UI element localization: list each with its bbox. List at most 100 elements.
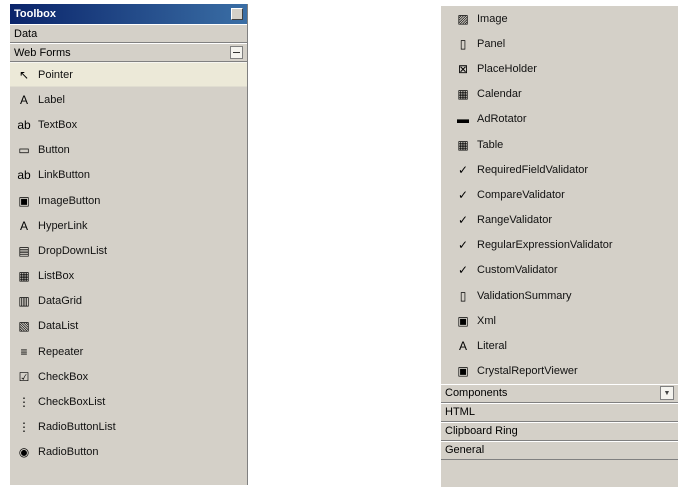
toolbox-item-image[interactable]: ▨ Image: [441, 6, 678, 31]
section-html-label: HTML: [445, 406, 475, 419]
adrotator-icon: ▬: [457, 112, 469, 127]
toolbox-item-pointer[interactable]: ↖ Pointer: [10, 62, 247, 88]
toolbox-item-label: Repeater: [38, 345, 84, 358]
section-html[interactable]: HTML: [441, 402, 678, 422]
toolbox-item-label: Image: [477, 12, 508, 25]
section-general-label: General: [445, 444, 485, 457]
section-data[interactable]: Data: [10, 24, 247, 43]
button-icon: ▭: [18, 143, 30, 158]
toolbox-item-label: Label: [38, 93, 65, 106]
toolbox-item-label[interactable]: A Label: [10, 87, 247, 112]
section-general[interactable]: General: [441, 440, 678, 460]
dropdownlist-icon: ▤: [18, 243, 30, 258]
toolbox-item-regularexpressionvalidator[interactable]: ✓ RegularExpressionValidator: [441, 233, 678, 258]
collapse-button[interactable]: [230, 46, 243, 59]
rangevalidator-icon: ✓: [457, 213, 469, 228]
toolbox-item-label: DropDownList: [38, 244, 108, 257]
toolbox-item-dropdownlist[interactable]: ▤ DropDownList: [10, 238, 247, 263]
toolbox-item-label: LinkButton: [38, 169, 90, 182]
toolbox-item-requiredfieldvalidator[interactable]: ✓ RequiredFieldValidator: [441, 157, 678, 182]
xml-icon: ▣: [457, 313, 469, 328]
toolbox-item-label: RangeValidator: [477, 214, 553, 227]
validationsummary-icon: ▯: [459, 288, 467, 303]
section-web-forms-label: Web Forms: [14, 46, 71, 59]
toolbox-item-label: TextBox: [38, 118, 78, 131]
comparevalidator-icon: ✓: [457, 187, 469, 202]
toolbox-item-label: Table: [477, 138, 504, 151]
toolbox-item-imagebutton[interactable]: ▣ ImageButton: [10, 188, 247, 213]
toolbox-item-label: ValidationSummary: [477, 289, 572, 302]
panel-icon: ▯: [459, 36, 467, 51]
toolbox-item-linkbutton[interactable]: ab LinkButton: [10, 163, 247, 188]
toolbox-item-button[interactable]: ▭ Button: [10, 138, 247, 163]
toolbox-item-rangevalidator[interactable]: ✓ RangeValidator: [441, 208, 678, 233]
toolbox-item-label: CheckBox: [38, 370, 89, 383]
toolbox-item-label: DataGrid: [38, 295, 83, 308]
table-icon: ▦: [457, 137, 469, 152]
radiobutton-icon: ◉: [18, 445, 30, 460]
toolbox-item-label: Panel: [477, 37, 506, 50]
toolbox-item-table[interactable]: ▦ Table: [441, 132, 678, 157]
checkboxlist-icon: ⋮: [18, 395, 30, 410]
section-data-label: Data: [14, 27, 38, 40]
toolbox-item-customvalidator[interactable]: ✓ CustomValidator: [441, 258, 678, 283]
toolbox-titlebar: Toolbox: [10, 4, 247, 24]
toolbox-panel: Toolbox Data Web Forms ↖ Pointer A Label ab T…: [10, 4, 248, 485]
toolbox-item-listbox[interactable]: ▦ ListBox: [10, 264, 247, 289]
toolbox-item-label: ImageButton: [38, 194, 101, 207]
toolbox-item-label: Calendar: [477, 88, 522, 101]
imagebutton-icon: ▣: [18, 193, 30, 208]
toolbox-title: Toolbox: [14, 8, 56, 20]
section-web-forms[interactable]: Web Forms: [10, 43, 247, 62]
toolbox-item-label: Literal: [477, 340, 507, 353]
pointer-icon: ↖: [18, 67, 30, 82]
toolbox-item-label: DataList: [38, 320, 79, 333]
toolbox-item-panel[interactable]: ▯ Panel: [441, 31, 678, 56]
toolbox-item-label: Pointer: [38, 68, 73, 81]
toolbox-item-textbox[interactable]: ab TextBox: [10, 112, 247, 137]
toolbox-item-label: AdRotator: [477, 113, 527, 126]
toolbox-item-validationsummary[interactable]: ▯ ValidationSummary: [441, 283, 678, 308]
toolbox-item-label: Button: [38, 144, 70, 157]
toolbox-item-label: PlaceHolder: [477, 62, 537, 75]
datagrid-icon: ▥: [18, 294, 30, 309]
linkbutton-icon: ab: [17, 168, 31, 183]
close-button[interactable]: [231, 8, 243, 20]
chevron-down-icon[interactable]: ▼: [660, 386, 674, 401]
crystalreportviewer-icon: ▣: [457, 364, 469, 379]
radiobuttonlist-icon: ⋮: [18, 420, 30, 435]
toolbox-item-radiobutton[interactable]: ◉ RadioButton: [10, 440, 247, 465]
label-icon: A: [19, 92, 28, 107]
section-components[interactable]: Components ▼: [441, 383, 678, 403]
hyperlink-icon: A: [19, 218, 28, 233]
toolbox-item-adrotator[interactable]: ▬ AdRotator: [441, 107, 678, 132]
toolbox-item-literal[interactable]: A Literal: [441, 333, 678, 358]
toolbox-item-label: Xml: [477, 314, 496, 327]
toolbox-panel-continued: ▨ Image ▯ Panel ⊠ PlaceHolder ▦ Calendar ▬ AdRota…: [441, 6, 678, 487]
toolbox-item-datalist[interactable]: ▧ DataList: [10, 314, 247, 339]
toolbox-item-comparevalidator[interactable]: ✓ CompareValidator: [441, 182, 678, 207]
toolbox-item-crystalreportviewer[interactable]: ▣ CrystalReportViewer: [441, 359, 678, 384]
toolbox-item-xml[interactable]: ▣ Xml: [441, 308, 678, 333]
toolbox-item-datagrid[interactable]: ▥ DataGrid: [10, 289, 247, 314]
repeater-icon: ≡: [20, 344, 28, 359]
toolbox-item-label: CustomValidator: [477, 264, 558, 277]
datalist-icon: ▧: [18, 319, 30, 334]
calendar-icon: ▦: [457, 87, 469, 102]
toolbox-item-checkboxlist[interactable]: ⋮ CheckBoxList: [10, 389, 247, 414]
toolbox-item-repeater[interactable]: ≡ Repeater: [10, 339, 247, 364]
toolbox-item-placeholder[interactable]: ⊠ PlaceHolder: [441, 56, 678, 81]
placeholder-icon: ⊠: [457, 61, 469, 76]
image-icon: ▨: [457, 11, 469, 26]
toolbox-item-checkbox[interactable]: ☑ CheckBox: [10, 364, 247, 389]
toolbox-item-radiobuttonlist[interactable]: ⋮ RadioButtonList: [10, 415, 247, 440]
toolbox-item-label: CompareValidator: [477, 188, 565, 201]
toolbox-item-hyperlink[interactable]: A HyperLink: [10, 213, 247, 238]
web-forms-item-list-continued: ▨ Image ▯ Panel ⊠ PlaceHolder ▦ Calendar ▬ AdRota…: [441, 6, 678, 384]
checkbox-icon: ☑: [18, 369, 30, 384]
section-components-label: Components: [445, 387, 508, 400]
toolbox-item-calendar[interactable]: ▦ Calendar: [441, 82, 678, 107]
toolbox-item-label: RequiredFieldValidator: [477, 163, 589, 176]
web-forms-item-list: ↖ Pointer A Label ab TextBox ▭ Button ab LinkButt…: [10, 62, 247, 465]
section-clipboard-ring[interactable]: Clipboard Ring: [441, 421, 678, 441]
